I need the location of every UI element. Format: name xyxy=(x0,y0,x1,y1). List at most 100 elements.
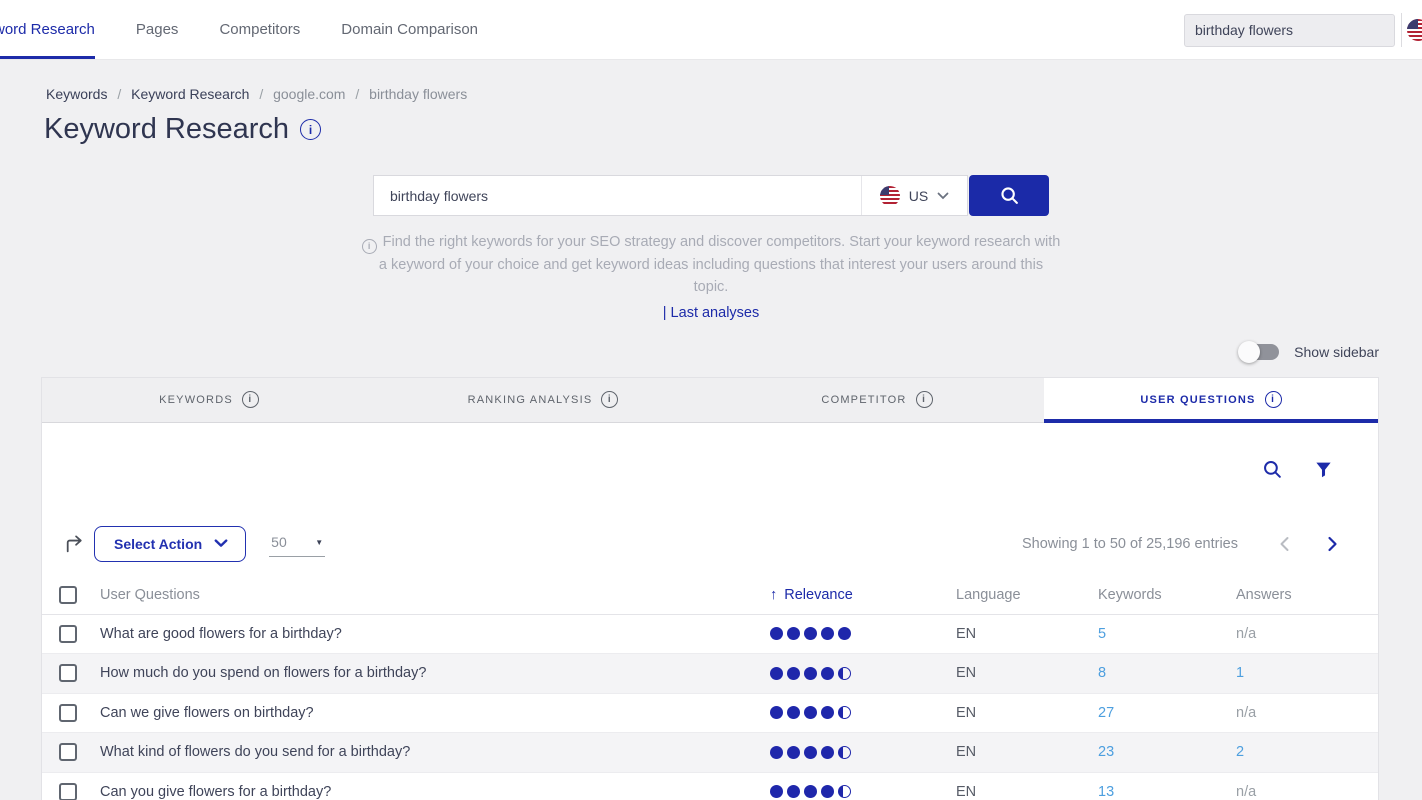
tab-ranking-analysis[interactable]: RANKING ANALYSIS xyxy=(376,378,710,422)
answers-link[interactable]: 2 xyxy=(1236,744,1244,760)
table-row[interactable]: Can we give flowers on birthday? EN 27 n… xyxy=(42,694,1378,734)
language-value: EN xyxy=(956,744,1098,760)
breadcrumb-keywords[interactable]: Keywords xyxy=(46,86,107,102)
column-keywords[interactable]: Keywords xyxy=(1098,587,1236,603)
country-select[interactable]: US xyxy=(861,176,967,215)
previous-page-button[interactable] xyxy=(1279,536,1290,552)
row-checkbox[interactable] xyxy=(59,743,77,761)
info-icon[interactable] xyxy=(601,391,618,408)
column-answers[interactable]: Answers xyxy=(1236,587,1378,603)
row-checkbox[interactable] xyxy=(59,625,77,643)
relevance-dot-full xyxy=(838,627,851,640)
relevance-dot-full xyxy=(821,627,834,640)
info-icon[interactable] xyxy=(1265,391,1282,408)
language-value: EN xyxy=(956,705,1098,721)
tab-competitor[interactable]: COMPETITOR xyxy=(710,378,1044,422)
column-language[interactable]: Language xyxy=(956,587,1098,603)
answers-link: n/a xyxy=(1236,784,1256,800)
filter-icon[interactable] xyxy=(1314,460,1333,479)
nav-item-domain-comparison[interactable]: Domain Comparison xyxy=(341,0,478,59)
tab-label: RANKING ANALYSIS xyxy=(468,394,593,406)
keyword-search-form: US xyxy=(0,175,1422,216)
breadcrumb-separator: / xyxy=(259,86,263,102)
relevance-dot-full xyxy=(787,667,800,680)
relevance-dot-full xyxy=(804,627,817,640)
us-flag-icon xyxy=(880,186,900,206)
search-button[interactable] xyxy=(969,175,1049,216)
relevance-dot-full xyxy=(804,785,817,798)
keywords-link[interactable]: 5 xyxy=(1098,626,1106,642)
column-relevance-sorted[interactable]: ↑Relevance xyxy=(770,587,956,603)
info-icon[interactable] xyxy=(242,391,259,408)
question-text: What kind of flowers do you send for a b… xyxy=(100,744,770,760)
table-row[interactable]: How much do you spend on flowers for a b… xyxy=(42,654,1378,694)
table-row[interactable]: What kind of flowers do you send for a b… xyxy=(42,733,1378,773)
select-all-checkbox[interactable] xyxy=(59,586,77,604)
top-bar: word Research Pages Competitors Domain C… xyxy=(0,0,1422,60)
export-icon[interactable] xyxy=(63,532,86,555)
relevance-dot-full xyxy=(787,785,800,798)
relevance-dot-half xyxy=(838,746,851,759)
row-checkbox[interactable] xyxy=(59,664,77,682)
page-size-select[interactable]: 50 ▼ xyxy=(269,531,325,557)
nav-item-keyword-research[interactable]: word Research xyxy=(0,0,95,59)
relevance-dot-full xyxy=(804,746,817,759)
relevance-dot-full xyxy=(770,785,783,798)
breadcrumb-separator: / xyxy=(355,86,359,102)
table-search-icon[interactable] xyxy=(1262,459,1283,480)
relevance-dot-full xyxy=(770,706,783,719)
global-search-input[interactable] xyxy=(1184,14,1395,47)
relevance-dots xyxy=(770,627,956,640)
relevance-dot-full xyxy=(821,706,834,719)
relevance-dot-half xyxy=(838,785,851,798)
info-icon[interactable] xyxy=(300,119,321,140)
relevance-dots xyxy=(770,706,956,719)
country-code: US xyxy=(909,188,928,204)
keywords-link[interactable]: 27 xyxy=(1098,705,1114,721)
tab-keywords[interactable]: KEYWORDS xyxy=(42,378,376,422)
top-navigation: word Research Pages Competitors Domain C… xyxy=(0,0,478,59)
question-text: How much do you spend on flowers for a b… xyxy=(100,665,770,681)
tab-bar: KEYWORDS RANKING ANALYSIS COMPETITOR USE… xyxy=(42,378,1378,423)
language-value: EN xyxy=(956,784,1098,800)
breadcrumb-keyword-research[interactable]: Keyword Research xyxy=(131,86,249,102)
user-questions-table: User Questions ↑Relevance Language Keywo… xyxy=(42,576,1378,800)
select-action-label: Select Action xyxy=(114,536,202,552)
row-checkbox[interactable] xyxy=(59,783,77,800)
next-page-button[interactable] xyxy=(1327,536,1338,552)
page-title: Keyword Research xyxy=(44,113,1422,146)
table-row[interactable]: Can you give flowers for a birthday? EN … xyxy=(42,773,1378,800)
relevance-dot-full xyxy=(770,746,783,759)
tab-user-questions[interactable]: USER QUESTIONS xyxy=(1044,378,1378,422)
show-sidebar-toggle[interactable] xyxy=(1240,344,1279,360)
relevance-dot-full xyxy=(770,627,783,640)
select-action-button[interactable]: Select Action xyxy=(94,526,246,562)
nav-item-competitors[interactable]: Competitors xyxy=(219,0,300,59)
column-user-questions[interactable]: User Questions xyxy=(100,587,770,603)
question-text: Can we give flowers on birthday? xyxy=(100,705,770,721)
keywords-link[interactable]: 23 xyxy=(1098,744,1114,760)
table-tools xyxy=(42,423,1378,480)
relevance-dot-full xyxy=(804,667,817,680)
tab-label: USER QUESTIONS xyxy=(1140,394,1255,406)
sidebar-toggle-row: Show sidebar xyxy=(0,344,1379,360)
info-icon[interactable] xyxy=(916,391,933,408)
row-checkbox[interactable] xyxy=(59,704,77,722)
chevron-down-icon xyxy=(937,192,949,200)
breadcrumb-domain[interactable]: google.com xyxy=(273,86,345,102)
keywords-link[interactable]: 8 xyxy=(1098,665,1106,681)
keyword-input[interactable] xyxy=(374,176,861,215)
column-label: Relevance xyxy=(784,587,853,603)
answers-link[interactable]: 1 xyxy=(1236,665,1244,681)
nav-item-pages[interactable]: Pages xyxy=(136,0,179,59)
breadcrumb-current-keyword: birthday flowers xyxy=(369,86,467,102)
last-analyses-link[interactable]: | Last analyses xyxy=(0,305,1422,321)
divider xyxy=(1401,13,1402,47)
tool-description: Find the right keywords for your SEO str… xyxy=(361,231,1061,298)
table-header: User Questions ↑Relevance Language Keywo… xyxy=(42,576,1378,615)
table-row[interactable]: What are good flowers for a birthday? EN… xyxy=(42,615,1378,655)
us-flag-icon[interactable] xyxy=(1407,19,1422,41)
keywords-link[interactable]: 13 xyxy=(1098,784,1114,800)
language-value: EN xyxy=(956,665,1098,681)
question-text: What are good flowers for a birthday? xyxy=(100,626,770,642)
